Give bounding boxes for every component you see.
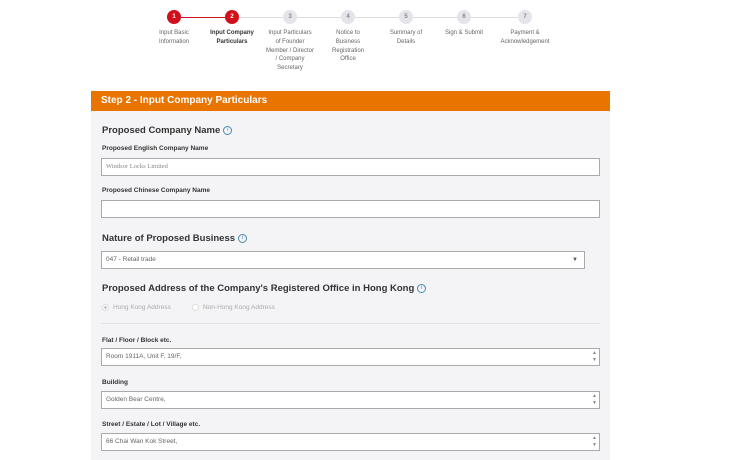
flat-label: Flat / Floor / Block etc.	[102, 337, 172, 344]
english-name-input[interactable]: Windsor Locks Limited	[101, 158, 600, 176]
scrollbar-arrows-icon[interactable]: ▲ ▼	[592, 393, 597, 407]
radio-non-hk-address[interactable]: Non-Hong Kong Address	[192, 304, 275, 311]
step-7: 7 Payment & Acknowledgement	[490, 10, 560, 47]
english-name-label: Proposed English Company Name	[102, 145, 209, 152]
step-number: 3	[283, 10, 297, 24]
building-label: Building	[102, 379, 128, 386]
radio-label: Non-Hong Kong Address	[203, 304, 275, 312]
step-label: Sign & Submit	[444, 30, 484, 36]
section-title: Nature of Proposed Business	[102, 233, 236, 244]
street-label: Street / Estate / Lot / Village etc.	[102, 421, 201, 428]
step-number: 1	[167, 10, 181, 24]
chevron-down-icon: ▼	[572, 257, 578, 263]
building-value: Golden Bear Centre,	[106, 396, 166, 403]
step-number: 5	[399, 10, 413, 24]
divider	[101, 323, 600, 324]
step-header: Step 2 - Input Company Particulars	[91, 91, 610, 111]
step-6: 6 Sign & Submit	[429, 10, 499, 38]
step-number: 2	[225, 10, 239, 24]
chinese-name-input[interactable]	[101, 200, 600, 218]
company-name-section: Proposed Company Name i	[102, 125, 233, 136]
radio-unchecked-icon	[192, 304, 199, 311]
step-label: Payment & Acknowledgement	[500, 30, 550, 45]
step-number: 4	[341, 10, 355, 24]
radio-checked-icon	[102, 304, 109, 311]
street-value: 66 Chai Wan Kok Street,	[106, 438, 178, 445]
scrollbar-arrows-icon[interactable]: ▲ ▼	[592, 350, 597, 364]
chinese-name-label: Proposed Chinese Company Name	[102, 187, 210, 194]
info-icon[interactable]: i	[238, 233, 248, 243]
business-select[interactable]: 047 - Retail trade ▼	[101, 251, 585, 269]
building-textarea[interactable]: Golden Bear Centre, ▲ ▼	[101, 391, 600, 409]
flat-value: Room 1911A, Unit F, 19/F,	[106, 353, 182, 360]
section-title: Proposed Company Name	[102, 125, 221, 136]
flat-textarea[interactable]: Room 1911A, Unit F, 19/F, ▲ ▼	[101, 348, 600, 366]
radio-label: Hong Kong Address	[113, 304, 171, 312]
business-selected-value: 047 - Retail trade	[106, 256, 156, 263]
address-section: Proposed Address of the Company's Regist…	[102, 283, 427, 294]
business-section: Nature of Proposed Business i	[102, 233, 248, 244]
section-title: Proposed Address of the Company's Regist…	[102, 283, 415, 294]
step-number: 7	[518, 10, 532, 24]
info-icon[interactable]: i	[223, 125, 233, 135]
info-icon[interactable]: i	[417, 283, 427, 293]
street-textarea[interactable]: 66 Chai Wan Kok Street, ▲ ▼	[101, 433, 600, 451]
step-number: 6	[457, 10, 471, 24]
radio-hk-address[interactable]: Hong Kong Address	[102, 304, 171, 311]
scrollbar-arrows-icon[interactable]: ▲ ▼	[592, 435, 597, 449]
